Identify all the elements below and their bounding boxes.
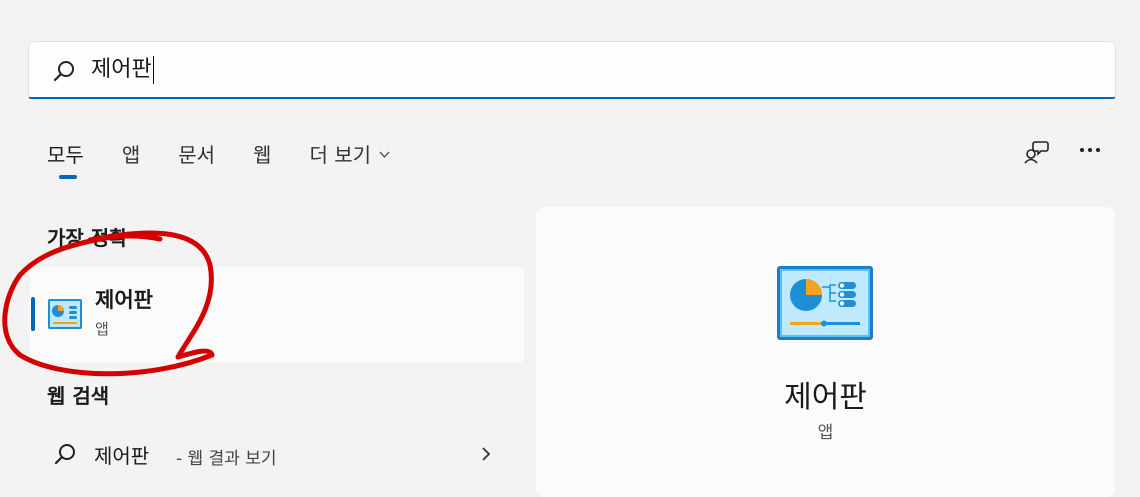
chevron-down-icon <box>379 151 390 159</box>
chat-feedback-icon[interactable] <box>1022 138 1050 166</box>
search-query: 제어판 <box>91 57 152 82</box>
detail-panel <box>536 207 1115 497</box>
control-panel-icon <box>777 266 873 340</box>
tab-all[interactable]: 모두 <box>47 139 84 168</box>
control-panel-icon <box>48 299 82 329</box>
tab-web[interactable]: 웹 <box>253 139 271 168</box>
web-result-suffix: - 웹 결과 보기 <box>176 449 277 469</box>
active-tab-indicator <box>59 175 77 179</box>
search-icon <box>54 444 75 465</box>
tab-apps[interactable]: 앱 <box>122 139 140 168</box>
detail-app-type: 앱 <box>817 423 834 443</box>
search-box[interactable]: 제어판 <box>28 41 1116 99</box>
more-icon[interactable] <box>1076 136 1104 164</box>
best-match-name: 제어판 <box>95 288 153 312</box>
web-result-term: 제어판 <box>94 444 150 468</box>
tab-more[interactable]: 더 보기 <box>309 139 391 168</box>
search-input[interactable]: 제어판 <box>91 54 155 86</box>
search-icon <box>53 61 74 82</box>
best-match-card[interactable] <box>30 267 524 363</box>
web-search-result[interactable]: 제어판 - 웹 결과 보기 <box>30 430 524 480</box>
detail-app-name: 제어판 <box>784 380 867 415</box>
tab-documents[interactable]: 문서 <box>178 139 215 168</box>
tab-more-label: 더 보기 <box>309 142 371 167</box>
filter-tabs: 모두 앱 문서 웹 더 보기 <box>47 138 429 168</box>
selection-accent <box>31 297 35 331</box>
text-caret <box>152 56 155 84</box>
best-match-title: 가장 정확 <box>47 226 128 250</box>
best-match-type: 앱 <box>95 320 109 338</box>
web-search-title: 웹 검색 <box>47 384 110 408</box>
chevron-right-icon[interactable] <box>478 444 494 464</box>
